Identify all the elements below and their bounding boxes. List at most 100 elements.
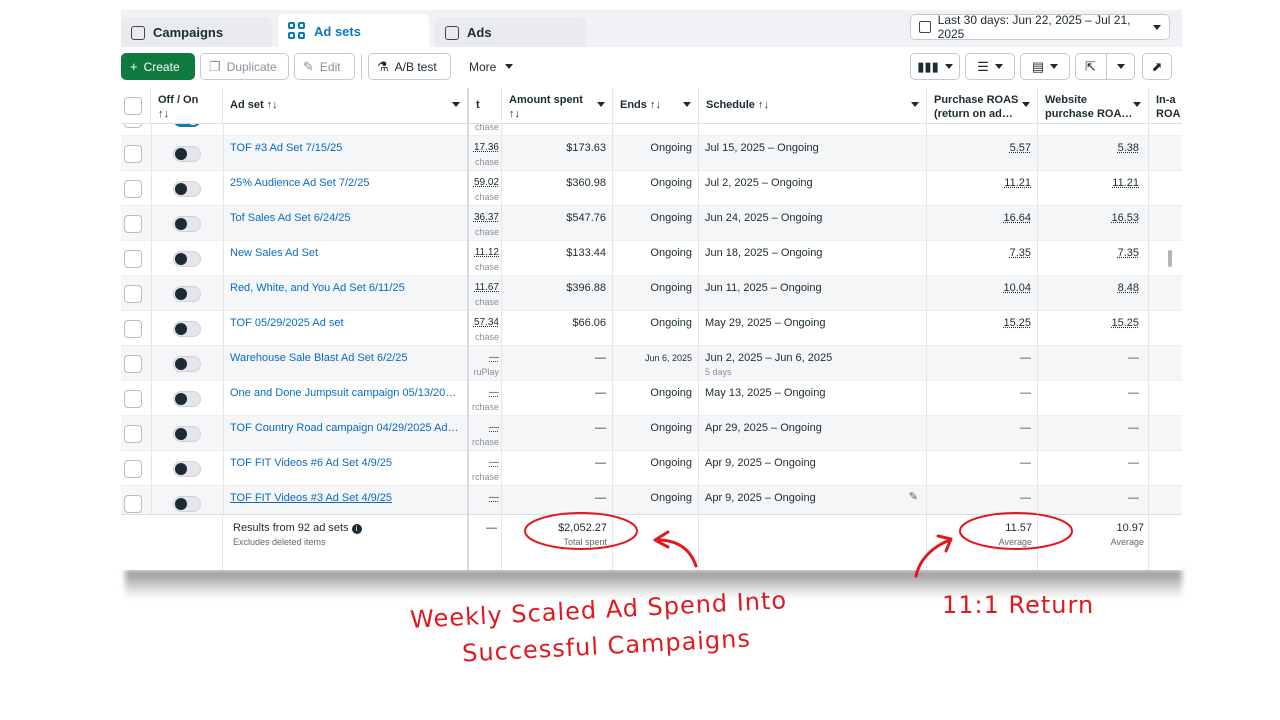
reports-button[interactable]: ▤	[1020, 53, 1070, 80]
purchase-roas-cell: —	[1020, 352, 1031, 364]
purchase-roas-header[interactable]: Purchase ROAS (return on ad…	[927, 88, 1038, 124]
edit-button[interactable]: ✎ Edit	[294, 53, 355, 80]
table-row[interactable]: Tof Sales Ad Set 6/24/25 36.37 chase $54…	[121, 206, 1182, 241]
purchase-roas-label-2: (return on ad…	[934, 108, 1013, 120]
row-toggle[interactable]	[173, 286, 201, 302]
row-toggle[interactable]	[173, 461, 201, 477]
schedule-header[interactable]: Schedule ↑↓	[699, 88, 927, 124]
amount-spent-header-label: Amount spent	[509, 94, 583, 106]
columns-button[interactable]: ▮▮▮	[910, 53, 960, 80]
purchase-roas-cell: 16.64	[1003, 212, 1031, 224]
table-row[interactable]: TOF FIT Videos #6 Ad Set 4/9/25 — rchase…	[121, 451, 1182, 486]
ends-cell: Ongoing	[650, 282, 692, 294]
table-row[interactable]: TOF Country Road campaign 04/29/2025 Ad……	[121, 416, 1182, 451]
row-checkbox[interactable]	[124, 215, 142, 233]
table-row[interactable]: New Sales Ad Set 11.12 chase $133.44 Ong…	[121, 241, 1182, 276]
create-button[interactable]: + Create	[121, 53, 195, 80]
table-row[interactable]: TOF #3 Ad Set 7/15/25 17.36 chase $173.6…	[121, 136, 1182, 171]
charts-button[interactable]: ⬈	[1142, 53, 1172, 80]
row-checkbox[interactable]	[124, 145, 142, 163]
tab-campaigns-label: Campaigns	[153, 25, 224, 40]
table-row[interactable]: TOF FIT Videos #3 Ad Set 4/9/25 — — Ongo…	[121, 486, 1182, 514]
ad-set-header[interactable]: Ad set ↑↓	[223, 88, 468, 124]
row-checkbox[interactable]	[124, 124, 142, 128]
row-checkbox[interactable]	[124, 495, 142, 513]
roas-average-value: 11.57	[1005, 522, 1032, 534]
row-result-cell: 36.37 chase	[468, 206, 501, 241]
website-roas-cell: —	[1128, 422, 1139, 434]
vertical-scrollbar[interactable]	[1168, 250, 1172, 267]
ad-set-name-link[interactable]: Tof Sales Ad Set 6/24/25	[230, 206, 467, 241]
row-toggle[interactable]	[173, 391, 201, 407]
row-toggle[interactable]	[173, 426, 201, 442]
row-toggle[interactable]	[173, 124, 201, 127]
table-row[interactable]: TOF 05/29/2025 Ad set 57.34 chase $66.06…	[121, 311, 1182, 346]
ab-test-button[interactable]: ⚗ A/B test	[368, 53, 451, 80]
table-row[interactable]: 25% Audience Ad Set 7/2/25 59.02 chase $…	[121, 171, 1182, 206]
row-toggle[interactable]	[173, 321, 201, 337]
row-toggle[interactable]	[173, 496, 201, 512]
row-checkbox[interactable]	[124, 180, 142, 198]
ad-set-name-link[interactable]: TOF FIT Videos #3 Ad Set 4/9/25	[230, 486, 467, 514]
row-toggle[interactable]	[173, 356, 201, 372]
info-icon[interactable]: i	[351, 524, 362, 534]
table-row[interactable]: Warehouse Sale Blast Ad Set 6/2/25 — ruP…	[121, 346, 1182, 381]
ad-set-name-link[interactable]: 25% Audience Ad Set 7/2/25	[230, 171, 467, 206]
row-checkbox[interactable]	[124, 355, 142, 373]
select-all-checkbox[interactable]	[124, 97, 142, 115]
in-app-roas-header[interactable]: In-a ROA	[1149, 88, 1182, 124]
ad-set-name-link[interactable]: TOF FIT Videos #6 Ad Set 4/9/25	[230, 451, 467, 486]
ad-set-name-link[interactable]: Red, White, and You Ad Set 6/11/25	[230, 276, 467, 311]
amount-spent-cell: —	[595, 352, 606, 364]
row-checkbox[interactable]	[124, 320, 142, 338]
row-checkbox[interactable]	[124, 425, 142, 443]
result-type: ruPlay	[473, 367, 499, 377]
table-row-partial[interactable]: chase	[121, 124, 1182, 136]
row-toggle[interactable]	[173, 146, 201, 162]
ad-set-name-link[interactable]: TOF Country Road campaign 04/29/2025 Ad…	[230, 416, 467, 451]
row-toggle[interactable]	[173, 181, 201, 197]
table-row[interactable]: Red, White, and You Ad Set 6/11/25 11.67…	[121, 276, 1182, 311]
tab-ad-sets[interactable]: Ad sets	[278, 14, 429, 48]
date-range-picker[interactable]: Last 30 days: Jun 22, 2025 – Jul 21, 202…	[910, 13, 1170, 41]
more-button[interactable]: More	[461, 53, 521, 80]
schedule-cell: May 13, 2025 – Ongoing	[699, 381, 926, 416]
campaign-icon	[131, 25, 145, 40]
table-header: Off / On ↑↓ Ad set ↑↓ t Amount spent ↑↓ …	[121, 88, 1182, 124]
export-button[interactable]: ⇱	[1075, 53, 1135, 80]
ad-set-name-link[interactable]: TOF 05/29/2025 Ad set	[230, 311, 467, 346]
amount-spent-header[interactable]: Amount spent ↑↓	[502, 88, 613, 124]
row-checkbox[interactable]	[124, 460, 142, 478]
plus-icon: +	[130, 59, 138, 74]
breakdown-icon: ☰	[977, 58, 989, 74]
duplicate-icon: ❐	[209, 58, 221, 74]
result-type: chase	[474, 332, 499, 342]
tab-ad-sets-label: Ad sets	[314, 23, 361, 39]
tab-ads[interactable]: Ads	[435, 17, 586, 48]
row-toggle[interactable]	[173, 216, 201, 232]
breakdown-button[interactable]: ☰	[965, 53, 1015, 80]
row-toggle[interactable]	[173, 251, 201, 267]
row-checkbox[interactable]	[124, 285, 142, 303]
results-header[interactable]: t	[469, 88, 502, 124]
website-roas-header[interactable]: Website purchase ROA…	[1038, 88, 1149, 124]
roas-average-label: Average	[998, 537, 1032, 547]
tab-campaigns[interactable]: Campaigns	[121, 17, 272, 48]
ad-set-name-link[interactable]: Warehouse Sale Blast Ad Set 6/2/25	[230, 346, 467, 381]
row-checkbox[interactable]	[124, 250, 142, 268]
edit-pencil-icon[interactable]: ✎	[909, 490, 918, 504]
ad-set-name-link[interactable]: One and Done Jumpsuit campaign 05/13/20…	[230, 381, 467, 416]
row-checkbox[interactable]	[124, 390, 142, 408]
toggle-knob	[175, 358, 187, 370]
ad-set-name-link[interactable]: New Sales Ad Set	[230, 241, 467, 276]
schedule-value: Jul 2, 2025 – Ongoing	[705, 177, 813, 189]
duplicate-button[interactable]: ❐ Duplicate	[200, 53, 289, 80]
amount-spent-cell: $396.88	[566, 282, 606, 294]
off-on-header[interactable]: Off / On ↑↓	[151, 88, 223, 124]
ends-header[interactable]: Ends ↑↓	[613, 88, 699, 124]
ends-cell: Ongoing	[650, 492, 692, 504]
ad-set-name-link[interactable]: TOF #3 Ad Set 7/15/25	[230, 136, 467, 171]
table-row[interactable]: One and Done Jumpsuit campaign 05/13/20……	[121, 381, 1182, 416]
chevron-down-icon	[994, 64, 1003, 69]
row-result-cell: 11.67 chase	[468, 276, 501, 311]
